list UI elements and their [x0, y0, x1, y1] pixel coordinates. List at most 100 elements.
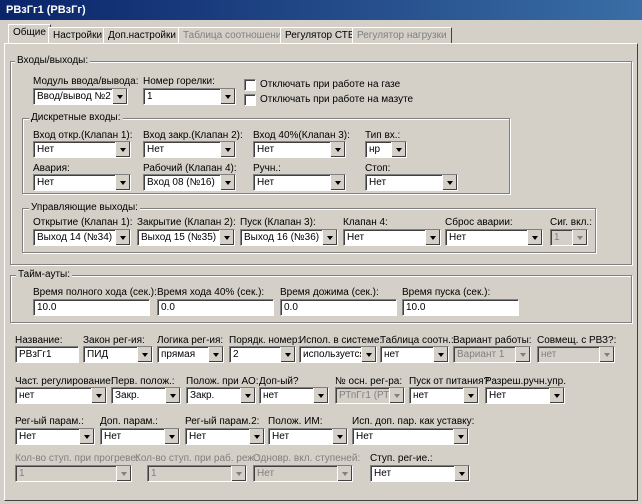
chevron-down-icon [442, 175, 457, 190]
chevron-down-icon [79, 429, 94, 444]
chevron-down-icon [425, 230, 440, 245]
alarm-select[interactable]: Нет [33, 174, 131, 191]
full-time-input[interactable]: 10.0 [33, 299, 150, 316]
gas-off-checkbox[interactable] [244, 79, 256, 91]
in40-label: Вход 40%(Клапан 3): [253, 130, 350, 141]
signal-select: 1 [550, 229, 588, 246]
work-select[interactable]: Вход 08 (№16) [143, 174, 236, 191]
law-select[interactable]: ПИД [83, 346, 153, 363]
chevron-down-icon [433, 347, 448, 362]
alarm-label: Авария: [33, 163, 70, 174]
open-input-label: Вход откр.(Клапан 1): [33, 130, 133, 141]
step-reg-select[interactable]: Нет [370, 465, 470, 482]
chevron-down-icon [164, 429, 179, 444]
setpoint-select[interactable]: Нет [352, 428, 469, 445]
burner-select[interactable]: 1 [143, 88, 236, 105]
chevron-down-icon [454, 466, 469, 481]
manual-input-select[interactable]: Нет [253, 174, 346, 191]
tab-extra-settings[interactable]: Доп.настройки [103, 27, 181, 43]
module-select[interactable]: Ввод/вывод №2 [33, 88, 128, 105]
chevron-down-icon [527, 230, 542, 245]
open-input-select[interactable]: Нет [33, 141, 131, 158]
manual-input-label: Ручн.: [253, 163, 281, 174]
chevron-down-icon [572, 230, 587, 245]
manual-control-label: Разреш.ручн.упр. [485, 376, 567, 387]
valve4-label: Клапан 4: [343, 217, 388, 228]
chevron-down-icon [249, 429, 264, 444]
chevron-down-icon [220, 175, 235, 190]
chevron-down-icon [91, 388, 106, 403]
chevron-down-icon [361, 347, 376, 362]
out-close-label: Закрытие (Клапан 2): [137, 217, 236, 228]
name-input[interactable]: РВзГг1 [15, 346, 79, 363]
stop-select[interactable]: Нет [365, 174, 458, 191]
first-pos-select[interactable]: Закр. [111, 387, 181, 404]
t40-input[interactable]: 0.0 [157, 299, 274, 316]
add-param-select[interactable]: Нет [100, 428, 180, 445]
start-time-input[interactable]: 10.0 [402, 299, 519, 316]
out-start-label: Пуск (Клапан 3): [240, 217, 316, 228]
input-type-select[interactable]: нр [365, 141, 407, 158]
chevron-down-icon [463, 388, 478, 403]
im-pos-select[interactable]: Нет [268, 428, 348, 445]
use-select[interactable]: используется [299, 346, 377, 363]
chevron-down-icon [330, 175, 345, 190]
reset-label: Сброс аварии: [445, 217, 513, 228]
logic-label: Логика рег-ия: [157, 335, 224, 346]
out-open-select[interactable]: Выход 14 (№34) [33, 229, 131, 246]
tab-stv-regulator[interactable]: Регулятор СТВ [280, 27, 360, 43]
discrete-group-title: Дискретные входы: [29, 112, 123, 123]
reset-select[interactable]: Нет [445, 229, 543, 246]
press-time-label: Время дожима (сек.): [280, 287, 379, 298]
order-select[interactable]: 2 [229, 346, 296, 363]
add-param-label: Доп. парам.: [100, 416, 158, 427]
chevron-down-icon [280, 347, 295, 362]
close-input-select[interactable]: Нет [143, 141, 236, 158]
chevron-down-icon [337, 466, 352, 481]
param-label: Рег-ый парам.: [15, 416, 84, 427]
tab-settings[interactable]: Настройки [48, 27, 108, 43]
chevron-down-icon [165, 388, 180, 403]
module-label: Модуль ввода/вывода: [33, 76, 139, 87]
setpoint-label: Исп. доп. пар. как уставку: [352, 416, 475, 427]
param2-label: Рег-ый парам.2: [185, 416, 260, 427]
chevron-down-icon [549, 388, 564, 403]
work-label: Рабочий (Клапан 4): [143, 163, 237, 174]
freq-select[interactable]: нет [15, 387, 107, 404]
press-time-input[interactable]: 0.0 [280, 299, 397, 316]
warm-steps-label: Кол-во ступ. при прогреве: [15, 453, 139, 464]
combine-label: Совмещ. с РВЗ?: [537, 335, 617, 346]
mode-steps-label: Кол-во ступ. при раб. реж.: [135, 453, 260, 464]
name-label: Название: [15, 335, 63, 346]
manual-control-select[interactable]: Нет [485, 387, 565, 404]
param-select[interactable]: Нет [15, 428, 95, 445]
out-start-select[interactable]: Выход 16 (№36) [240, 229, 338, 246]
chevron-down-icon [599, 347, 614, 362]
logic-select[interactable]: прямая [157, 346, 224, 363]
variant-label: Вариант работы: [453, 335, 532, 346]
out-close-select[interactable]: Выход 15 (№35) [137, 229, 235, 246]
additional-select[interactable]: нет [259, 387, 329, 404]
chevron-down-icon [389, 388, 404, 403]
ao-select[interactable]: Закр. [186, 387, 256, 404]
order-label: Порядк. номер: [229, 335, 301, 346]
chevron-down-icon [322, 230, 337, 245]
power-start-label: Пуск от питания? [409, 376, 490, 387]
step-reg-label: Ступ. рег-ие.: [370, 453, 433, 464]
param2-select[interactable]: Нет [185, 428, 265, 445]
freq-label: Част. регулирование: [15, 376, 114, 387]
im-pos-label: Полож. ИМ: [268, 416, 323, 427]
table-select[interactable]: нет [380, 346, 449, 363]
chevron-down-icon [391, 142, 406, 157]
in40-select[interactable]: Нет [253, 141, 346, 158]
chevron-down-icon [330, 142, 345, 157]
oil-off-checkbox[interactable] [244, 94, 256, 106]
tab-general[interactable]: Общие [8, 24, 51, 44]
valve4-select[interactable]: Нет [343, 229, 441, 246]
stop-label: Стоп: [365, 163, 391, 174]
timeouts-group-title: Тайм-ауты: [16, 269, 73, 280]
combine-select: нет [537, 346, 615, 363]
chevron-down-icon [332, 429, 347, 444]
power-start-select[interactable]: нет [409, 387, 479, 404]
input-type-label: Тип вх.: [365, 130, 401, 141]
